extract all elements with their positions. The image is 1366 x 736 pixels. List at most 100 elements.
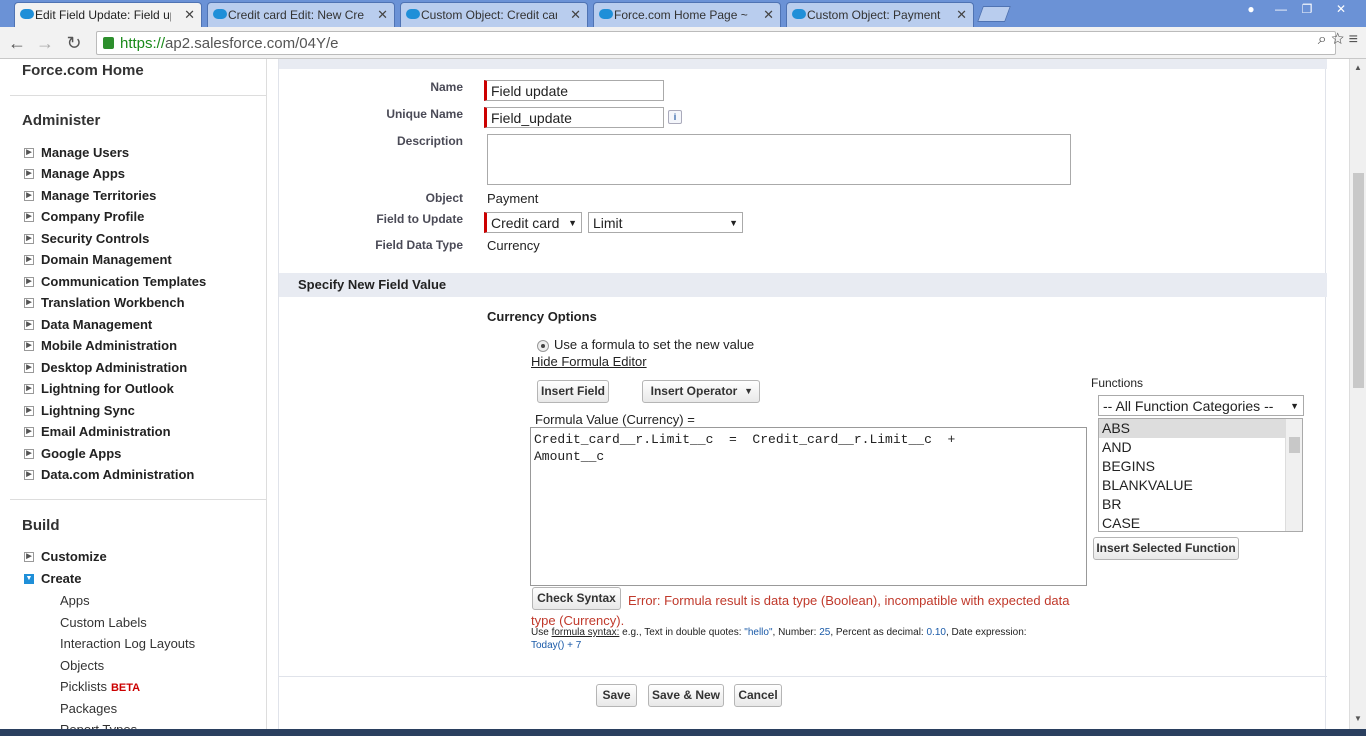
- reload-icon[interactable]: ↻: [63, 32, 85, 54]
- expand-icon[interactable]: ▶: [24, 276, 34, 287]
- hint-example: "hello": [744, 627, 773, 638]
- sidebar-item-desktop-administration[interactable]: ▶ Desktop Administration: [24, 360, 187, 375]
- functions-listbox[interactable]: ABS AND BEGINS BLANKVALUE BR CASE: [1098, 418, 1303, 532]
- sidebar-item-security-controls[interactable]: ▶ Security Controls: [24, 231, 149, 246]
- function-option[interactable]: BR: [1099, 495, 1285, 514]
- restore-icon[interactable]: ❐: [1294, 0, 1320, 18]
- expand-icon[interactable]: ▶: [24, 254, 34, 265]
- collapse-icon[interactable]: ▼: [24, 573, 34, 584]
- expand-icon[interactable]: ▶: [24, 362, 34, 373]
- expand-icon[interactable]: ▶: [24, 405, 34, 416]
- function-option[interactable]: CASE: [1099, 514, 1285, 531]
- expand-icon[interactable]: ▶: [24, 190, 34, 201]
- browser-tab-credit-card-edit[interactable]: Credit card Edit: New Cred ✕: [207, 2, 395, 27]
- page-scrollbar[interactable]: ▲ ▼: [1349, 59, 1366, 736]
- field-object-select[interactable]: Credit card ▼: [484, 212, 582, 233]
- close-window-icon[interactable]: ✕: [1328, 0, 1354, 18]
- description-textarea[interactable]: [487, 134, 1071, 185]
- sidebar-item-data-management[interactable]: ▶ Data Management: [24, 317, 152, 332]
- zoom-star-menu-icons[interactable]: ⌕ ☆ ≡: [1318, 31, 1358, 49]
- sidebar-item-lightning-for-outlook[interactable]: ▶ Lightning for Outlook: [24, 381, 174, 396]
- user-icon[interactable]: ●: [1238, 0, 1264, 18]
- function-option[interactable]: BEGINS: [1099, 457, 1285, 476]
- sidebar-item-google-apps[interactable]: ▶ Google Apps: [24, 446, 121, 461]
- sidebar-item-datacom-administration[interactable]: ▶ Data.com Administration: [24, 467, 194, 482]
- browser-tab-custom-object-payment[interactable]: Custom Object: Payment ~ ✕: [786, 2, 974, 27]
- sidebar-item-email-administration[interactable]: ▶ Email Administration: [24, 424, 171, 439]
- forward-arrow-icon[interactable]: →: [34, 32, 56, 54]
- url-scheme: https://: [120, 34, 166, 52]
- sidebar-home-link[interactable]: Force.com Home: [22, 62, 144, 79]
- new-tab-button[interactable]: [977, 6, 1011, 22]
- function-category-select[interactable]: -- All Function Categories -- ▼: [1098, 395, 1304, 416]
- sidebar-item-mobile-administration[interactable]: ▶ Mobile Administration: [24, 338, 177, 353]
- expand-icon[interactable]: ▶: [24, 319, 34, 330]
- sidebar-subitem-objects[interactable]: Objects: [60, 658, 104, 673]
- expand-icon[interactable]: ▶: [24, 211, 34, 222]
- url-bar[interactable]: https:// ap2.salesforce.com/04Y/e: [96, 31, 1336, 55]
- sidebar-item-manage-territories[interactable]: ▶ Manage Territories: [24, 188, 156, 203]
- save-and-new-button[interactable]: Save & New: [648, 684, 724, 707]
- insert-operator-button[interactable]: Insert Operator ▼: [642, 380, 760, 403]
- info-icon[interactable]: i: [668, 110, 682, 124]
- browser-tab-custom-object-credit[interactable]: Custom Object: Credit car ✕: [400, 2, 588, 27]
- close-tab-icon[interactable]: ✕: [377, 7, 388, 23]
- hint-example: 0.10: [926, 627, 946, 638]
- browser-tab-edit-field-update[interactable]: Edit Field Update: Field up ✕: [14, 2, 202, 27]
- sidebar-subitem-custom-labels[interactable]: Custom Labels: [60, 615, 147, 630]
- sidebar-item-manage-apps[interactable]: ▶ Manage Apps: [24, 166, 125, 181]
- close-tab-icon[interactable]: ✕: [570, 7, 581, 23]
- divider: [279, 676, 1327, 677]
- scroll-up-icon[interactable]: ▲: [1354, 63, 1362, 72]
- close-tab-icon[interactable]: ✕: [184, 7, 195, 23]
- insert-selected-function-button[interactable]: Insert Selected Function: [1093, 537, 1239, 560]
- close-tab-icon[interactable]: ✕: [763, 7, 774, 23]
- name-input[interactable]: [484, 80, 664, 101]
- expand-icon[interactable]: ▶: [24, 168, 34, 179]
- sidebar-item-create[interactable]: ▼ Create: [24, 571, 81, 586]
- formula-syntax-link[interactable]: formula syntax:: [552, 627, 620, 638]
- sidebar-item-company-profile[interactable]: ▶ Company Profile: [24, 209, 144, 224]
- hint-text: , Number:: [772, 627, 820, 638]
- browser-tab-force-home[interactable]: Force.com Home Page ~ S ✕: [593, 2, 781, 27]
- sidebar-item-translation-workbench[interactable]: ▶ Translation Workbench: [24, 295, 185, 310]
- function-option[interactable]: ABS: [1099, 419, 1285, 438]
- field-select[interactable]: Limit ▼: [588, 212, 743, 233]
- expand-icon[interactable]: ▶: [24, 551, 34, 562]
- expand-icon[interactable]: ▶: [24, 426, 34, 437]
- function-option[interactable]: AND: [1099, 438, 1285, 457]
- sidebar-item-customize[interactable]: ▶ Customize: [24, 549, 107, 564]
- expand-icon[interactable]: ▶: [24, 147, 34, 158]
- scroll-down-icon[interactable]: ▼: [1354, 714, 1362, 723]
- listbox-scrollbar[interactable]: [1285, 419, 1302, 531]
- function-option[interactable]: BLANKVALUE: [1099, 476, 1285, 495]
- expand-icon[interactable]: ▶: [24, 383, 34, 394]
- close-tab-icon[interactable]: ✕: [956, 7, 967, 23]
- formula-textarea[interactable]: Credit_card__r.Limit__c = Credit_card__r…: [530, 427, 1087, 586]
- expand-icon[interactable]: ▶: [24, 448, 34, 459]
- expand-icon[interactable]: ▶: [24, 297, 34, 308]
- use-formula-radio[interactable]: [537, 340, 549, 352]
- hint-text: e.g., Text in double quotes:: [619, 627, 745, 638]
- insert-field-button[interactable]: Insert Field: [537, 380, 609, 403]
- cancel-button[interactable]: Cancel: [734, 684, 782, 707]
- scrollbar-thumb[interactable]: [1289, 437, 1300, 453]
- sidebar-item-manage-users[interactable]: ▶ Manage Users: [24, 145, 129, 160]
- minimize-icon[interactable]: —: [1268, 0, 1294, 18]
- sidebar-subitem-picklists[interactable]: Picklists BETA: [60, 679, 140, 694]
- sidebar-item-lightning-sync[interactable]: ▶ Lightning Sync: [24, 403, 135, 418]
- sidebar-subitem-interaction-log-layouts[interactable]: Interaction Log Layouts: [60, 636, 195, 651]
- sidebar-subitem-packages[interactable]: Packages: [60, 701, 117, 716]
- unique-name-input[interactable]: [484, 107, 664, 128]
- expand-icon[interactable]: ▶: [24, 233, 34, 244]
- expand-icon[interactable]: ▶: [24, 469, 34, 480]
- scrollbar-thumb[interactable]: [1353, 173, 1364, 388]
- back-arrow-icon[interactable]: ←: [6, 32, 28, 54]
- save-button[interactable]: Save: [596, 684, 637, 707]
- hide-formula-editor-link[interactable]: Hide Formula Editor: [531, 354, 647, 369]
- sidebar-item-domain-management[interactable]: ▶ Domain Management: [24, 252, 172, 267]
- sidebar-subitem-apps[interactable]: Apps: [60, 593, 90, 608]
- expand-icon[interactable]: ▶: [24, 340, 34, 351]
- sidebar-item-label: Mobile Administration: [41, 338, 178, 353]
- sidebar-item-communication-templates[interactable]: ▶ Communication Templates: [24, 274, 206, 289]
